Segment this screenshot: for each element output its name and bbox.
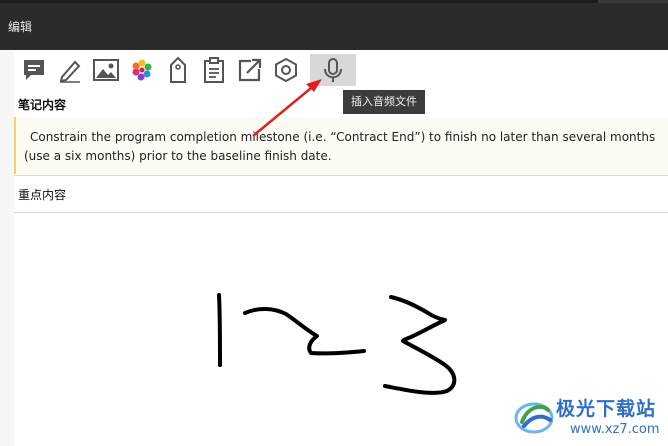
notes-section-label: 笔记内容	[18, 98, 67, 112]
color-button[interactable]	[126, 54, 158, 86]
aurora-logo-icon	[514, 402, 554, 434]
pen-button[interactable]	[54, 54, 86, 86]
export-button[interactable]	[234, 54, 266, 86]
notes-text: Constrain the program completion milesto…	[24, 130, 656, 163]
notes-content-box[interactable]: Constrain the program completion milesto…	[14, 117, 668, 174]
export-icon	[238, 58, 262, 82]
site-watermark: 极光下载站 www.xz7.com	[512, 392, 668, 446]
insert-image-button[interactable]	[90, 54, 122, 86]
image-icon	[93, 59, 119, 81]
editor-toolbar	[14, 50, 668, 90]
title-bar-top-border	[0, 0, 668, 3]
insert-audio-tooltip: 插入音频文件	[343, 90, 425, 114]
settings-button[interactable]	[270, 54, 302, 86]
microphone-icon	[324, 58, 342, 82]
watermark-brand: 极光下载站	[556, 398, 657, 420]
tag-icon	[170, 56, 186, 83]
clipboard-button[interactable]	[198, 54, 230, 86]
color-palette-icon	[132, 59, 152, 81]
clipboard-icon	[204, 57, 224, 83]
window-title: 编辑	[8, 20, 33, 34]
comment-button[interactable]	[18, 54, 50, 86]
title-bar-top-segment	[598, 0, 668, 3]
tag-button[interactable]	[162, 54, 194, 86]
left-gutter	[0, 50, 14, 446]
title-bar: 编辑	[0, 0, 668, 50]
divider	[14, 175, 668, 176]
hexagon-settings-icon	[275, 57, 297, 83]
insert-audio-button[interactable]	[310, 54, 356, 86]
pen-icon	[59, 60, 81, 83]
comment-icon	[24, 60, 44, 80]
key-content-label: 重点内容	[18, 188, 67, 202]
watermark-url: www.xz7.com	[570, 422, 660, 437]
